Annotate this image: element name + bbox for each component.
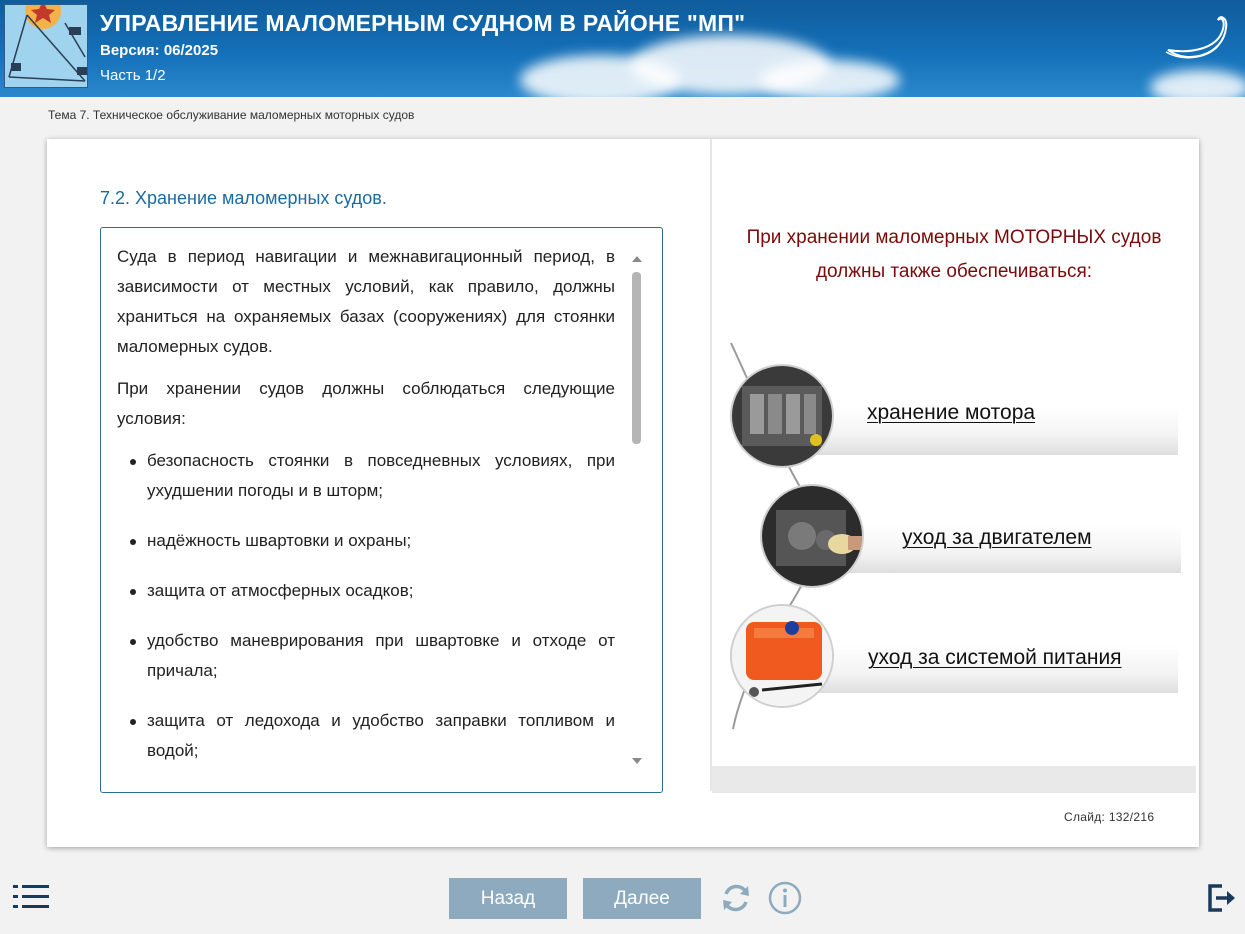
course-logo	[4, 4, 88, 88]
list-item: надёжность швартовки и охраны;	[130, 526, 615, 556]
scrollbar-thumb[interactable]	[632, 272, 641, 444]
breadcrumb: Тема 7. Техническое обслуживание маломер…	[48, 108, 415, 122]
paragraph: При хранении судов должны соблюдаться сл…	[117, 379, 615, 428]
scrollbar[interactable]	[630, 250, 644, 770]
text-content: Суда в период навигации и межнавигационн…	[117, 242, 615, 786]
list-item: удобство маневрирования при швартовке и …	[130, 626, 615, 686]
scroll-up-arrow-icon[interactable]	[632, 256, 642, 262]
next-button[interactable]: Далее	[583, 878, 701, 919]
menu-list-icon[interactable]	[13, 883, 51, 911]
list-item: безопасность стоянки в повседневных усло…	[130, 446, 615, 506]
link-engine-storage[interactable]: хранение мотора	[867, 401, 1035, 425]
info-icon[interactable]	[767, 880, 803, 916]
list-item: защита от атмосферных осадков;	[130, 576, 615, 606]
slide-panel: 7.2. Хранение маломерных судов. Суда в п…	[47, 139, 1199, 847]
scrollable-text-box[interactable]: Суда в период навигации и межнавигационн…	[100, 227, 663, 793]
link-fuel-system[interactable]: уход за системой питания	[868, 646, 1122, 670]
engine-photo	[730, 364, 834, 468]
reload-icon[interactable]	[718, 880, 754, 916]
app-header: УПРАВЛЕНИЕ МАЛОМЕРНЫМ СУДНОМ В РАЙОНЕ "М…	[0, 0, 1245, 97]
exit-icon[interactable]	[1206, 883, 1236, 913]
course-part: Часть 1/2	[100, 67, 166, 84]
right-heading: При хранении маломерных МОТОРНЫХ судов д…	[712, 221, 1196, 289]
fuel-tank-photo	[730, 604, 834, 708]
course-title: УПРАВЛЕНИЕ МАЛОМЕРНЫМ СУДНОМ В РАЙОНЕ "М…	[100, 10, 746, 36]
course-version: Версия: 06/2025	[100, 42, 219, 59]
engine-care-photo	[760, 484, 864, 588]
back-button[interactable]: Назад	[449, 878, 567, 919]
paragraph: Суда в период навигации и межнавигационн…	[117, 247, 615, 356]
right-heading-line: При хранении маломерных МОТОРНЫХ судов	[746, 227, 1162, 248]
slide-counter: Слайд: 132/216	[1064, 810, 1155, 824]
storm-logo	[1148, 10, 1238, 82]
right-panel-bottom-strip	[712, 766, 1196, 793]
section-title: 7.2. Хранение маломерных судов.	[100, 188, 387, 208]
right-heading-line: должны также обеспечиваться:	[815, 261, 1093, 282]
scroll-down-arrow-icon[interactable]	[632, 758, 642, 764]
conditions-list: безопасность стоянки в повседневных усло…	[117, 446, 615, 766]
link-engine-care[interactable]: уход за двигателем	[902, 526, 1092, 550]
list-item: защита от ледохода и удобство заправки т…	[130, 706, 615, 766]
